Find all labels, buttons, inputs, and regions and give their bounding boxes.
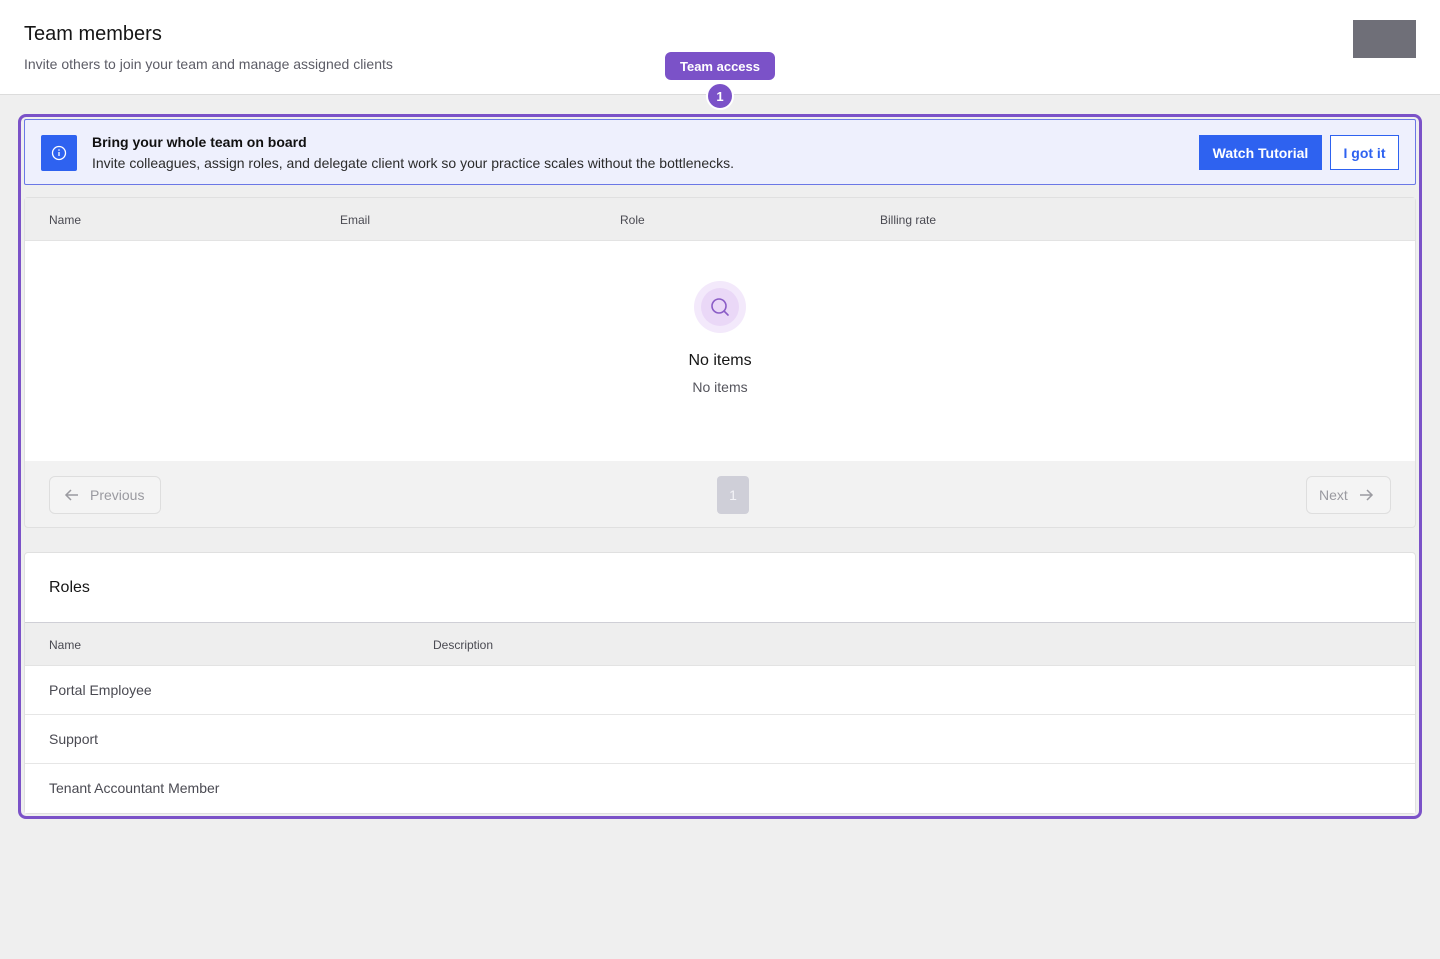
empty-state-subtitle: No items [692, 379, 748, 395]
page-number-current[interactable]: 1 [717, 476, 749, 514]
table-row[interactable]: Support [25, 715, 1415, 764]
banner-title: Bring your whole team on board [92, 134, 307, 150]
next-label: Next [1319, 487, 1348, 503]
roles-table: Roles Name Description Portal Employee S… [24, 552, 1416, 814]
page-header: Team members Invite others to join your … [0, 0, 1440, 95]
page-title: Team members [24, 23, 162, 45]
info-icon [41, 135, 77, 171]
role-name: Portal Employee [49, 682, 152, 698]
onboarding-banner: Bring your whole team on board Invite co… [24, 119, 1416, 185]
empty-state: No items No items [25, 241, 1415, 461]
column-header-billing-rate[interactable]: Billing rate [880, 213, 936, 227]
tour-tooltip-label: Team access [665, 52, 775, 80]
next-page-button[interactable]: Next [1306, 476, 1391, 514]
previous-label: Previous [90, 487, 145, 503]
tour-step-badge[interactable]: 1 [706, 82, 734, 110]
table-row[interactable]: Portal Employee [25, 666, 1415, 715]
empty-state-title: No items [688, 352, 752, 369]
table-row[interactable]: Tenant Accountant Member [25, 764, 1415, 813]
watch-tutorial-button[interactable]: Watch Tutorial [1199, 135, 1322, 170]
column-header-role[interactable]: Role [620, 213, 645, 227]
banner-text: Invite colleagues, assign roles, and del… [92, 155, 735, 171]
arrow-right-icon [1359, 489, 1373, 501]
header-action-button[interactable] [1353, 20, 1416, 58]
role-name: Support [49, 731, 99, 747]
dismiss-banner-button[interactable]: I got it [1330, 135, 1399, 170]
team-members-table: Name Email Role Billing rate No items No… [24, 197, 1416, 528]
column-header-email[interactable]: Email [340, 213, 370, 227]
role-name: Tenant Accountant Member [49, 780, 220, 796]
column-header-role-name[interactable]: Name [49, 638, 81, 652]
arrow-left-icon [64, 489, 78, 501]
roles-title: Roles [49, 579, 90, 596]
column-header-name[interactable]: Name [49, 213, 81, 227]
search-icon [694, 281, 746, 333]
previous-page-button[interactable]: Previous [49, 476, 161, 514]
column-header-description[interactable]: Description [433, 638, 493, 652]
page-subtitle: Invite others to join your team and mana… [24, 56, 393, 72]
table-header: Name Email Role Billing rate [25, 198, 1415, 241]
roles-table-header: Name Description [25, 622, 1415, 666]
